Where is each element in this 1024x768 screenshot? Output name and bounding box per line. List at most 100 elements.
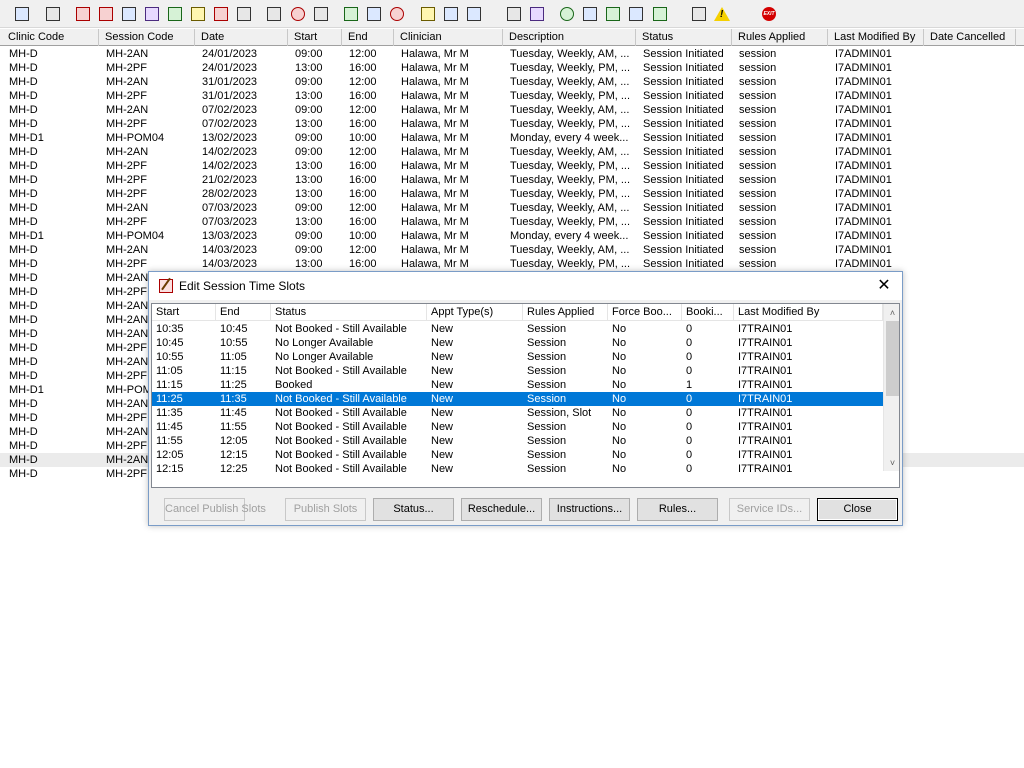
table-row[interactable]: MH-D MH-2PF 24/01/2023 13:00 16:00 Halawa, Mr… [0,61,1024,75]
calendar-toolbar-button[interactable] [118,3,138,23]
time-slot-row[interactable]: 11:15 11:25 Booked New Session No 1 I7TRAIN01 [152,378,883,392]
swap-toolbar-button[interactable] [688,3,708,23]
table-row[interactable]: MH-D MH-2AN 24/01/2023 09:00 12:00 Halawa, Mr… [0,47,1024,61]
cell-description: Tuesday, Weekly, PM, ... [510,90,631,102]
slot-column-header-force-boo-[interactable]: Force Boo... [608,304,682,321]
table-row[interactable]: MH-D MH-2PF 14/03/2023 13:00 16:00 Halawa, Mr… [0,257,1024,271]
column-header-clinician[interactable]: Clinician [394,29,503,46]
column-header-start[interactable]: Start [288,29,342,46]
cell-end: 16:00 [349,216,377,228]
rules-button[interactable]: Rules... [637,498,718,521]
people-toolbar-button[interactable] [463,3,483,23]
exit-toolbar-button[interactable] [758,3,778,23]
time-slot-row[interactable]: 10:35 10:45 Not Booked - Still Available Ne… [152,322,883,336]
column-header-clinic-code[interactable]: Clinic Code [2,29,99,46]
cell-session-code: MH-2PF [106,160,147,172]
table-row[interactable]: MH-D1 MH-POM04 13/03/2023 09:00 10:00 Halawa,… [0,229,1024,243]
table-row[interactable]: MH-D MH-2AN 31/01/2023 09:00 12:00 Halawa, Mr… [0,75,1024,89]
slot-column-header-booki-[interactable]: Booki... [682,304,734,321]
slot-cell-status: Booked [275,379,313,391]
column-header-rules-applied[interactable]: Rules Applied [732,29,828,46]
table-row[interactable]: MH-D1 MH-POM04 13/02/2023 09:00 10:00 Halawa,… [0,131,1024,145]
table-row[interactable]: MH-D MH-2PF 28/02/2023 13:00 16:00 Halawa, Mr… [0,187,1024,201]
print-toolbar-button[interactable] [42,3,62,23]
service-ids-button[interactable]: Service IDs... [729,498,810,521]
table-row[interactable]: MH-D MH-2PF 14/02/2023 13:00 16:00 Halawa, Mr… [0,159,1024,173]
transfer-icon [444,7,458,21]
table-row[interactable]: MH-D MH-2PF 21/02/2023 13:00 16:00 Halawa, Mr… [0,173,1024,187]
memo-toolbar-button[interactable] [141,3,161,23]
time-slot-row[interactable]: 11:05 11:15 Not Booked - Still Available Ne… [152,364,883,378]
slot-column-header-appt-type-s-[interactable]: Appt Type(s) [427,304,523,321]
target-toolbar-button[interactable] [386,3,406,23]
table-row[interactable]: MH-D MH-2AN 07/03/2023 09:00 12:00 Halawa, Mr… [0,201,1024,215]
user-search-toolbar-button[interactable] [11,3,31,23]
publish-slots-button[interactable]: Publish Slots [285,498,366,521]
time-slot-row[interactable]: 11:55 12:05 Not Booked - Still Available Ne… [152,434,883,448]
time-slot-row[interactable]: 10:55 11:05 No Longer Available New Session N… [152,350,883,364]
exit-icon [762,7,776,21]
column-header-end[interactable]: End [342,29,394,46]
table-row[interactable]: MH-D MH-2AN 07/02/2023 09:00 12:00 Halawa, Mr… [0,103,1024,117]
slot-column-header-start[interactable]: Start [152,304,216,321]
vertical-scrollbar[interactable]: ˄ ˅ [883,304,899,471]
down-arrow-toolbar-button[interactable] [625,3,645,23]
instructions-button[interactable]: Instructions... [549,498,630,521]
slot-cell-booki-: 0 [686,393,693,405]
bar-chart-toolbar-button[interactable] [526,3,546,23]
slot-column-header-status[interactable]: Status [271,304,427,321]
table-row[interactable]: MH-D MH-2PF 07/03/2023 13:00 16:00 Halawa, Mr… [0,215,1024,229]
warning-toolbar-button[interactable] [711,3,731,23]
check-list-toolbar-button[interactable] [579,3,599,23]
tick-arrow-toolbar-button[interactable] [649,3,669,23]
status-button[interactable]: Status... [373,498,454,521]
scroll-down-arrow-icon[interactable]: ˅ [884,456,899,470]
notepad-toolbar-button[interactable] [187,3,207,23]
flag-list-toolbar-button[interactable] [233,3,253,23]
column-header-date-cancelled[interactable]: Date Cancelled [924,29,1016,46]
person-toolbar-button[interactable] [164,3,184,23]
time-slot-row[interactable]: 11:45 11:55 Not Booked - Still Available Ne… [152,420,883,434]
time-slot-row[interactable]: 11:25 11:35 Not Booked - Still Available Ne… [152,392,883,406]
table-row[interactable]: MH-D MH-2PF 31/01/2023 13:00 16:00 Halawa, Mr… [0,89,1024,103]
slot-cell-booki-: 0 [686,449,693,461]
transfer-toolbar-button[interactable] [440,3,460,23]
time-slot-row[interactable]: 11:35 11:45 Not Booked - Still Available Ne… [152,406,883,420]
window-toolbar-button[interactable] [310,3,330,23]
reschedule-button[interactable]: Reschedule... [461,498,542,521]
table-row[interactable]: MH-D MH-2AN 14/02/2023 09:00 12:00 Halawa, Mr… [0,145,1024,159]
form-toolbar-button[interactable] [363,3,383,23]
cancel-publish-slots-button[interactable]: Cancel Publish Slots [164,498,266,521]
document-toolbar-button[interactable] [503,3,523,23]
slot-column-header-end[interactable]: End [216,304,271,321]
notes-toolbar-button[interactable] [417,3,437,23]
dialog-close-button[interactable]: ✕ [874,276,894,296]
table-row[interactable]: MH-D MH-2AN 14/03/2023 09:00 12:00 Halawa, Mr… [0,243,1024,257]
time-slots-list[interactable]: Start End Status Appt Type(s) Rules Applied F… [151,303,900,488]
scroll-up-arrow-icon[interactable]: ˄ [884,306,899,320]
time-slot-row[interactable]: 12:05 12:15 Not Booked - Still Available Ne… [152,448,883,462]
book-toolbar-button[interactable] [72,3,92,23]
slot-cell-appt-type-s-: New [431,449,454,461]
clock-toolbar-button[interactable] [287,3,307,23]
globe-toolbar-button[interactable] [556,3,576,23]
time-slot-row[interactable]: 10:45 10:55 No Longer Available New Session N… [152,336,883,350]
slot-column-header-rules-applied[interactable]: Rules Applied [523,304,608,321]
tools-toolbar-button[interactable] [263,3,283,23]
vertical-scroll-thumb[interactable] [886,321,899,396]
slot-column-header-last-modified-by[interactable]: Last Modified By [734,304,883,321]
column-header-status[interactable]: Status [636,29,732,46]
check-toolbar-button[interactable] [602,3,622,23]
column-header-last-modified-by[interactable]: Last Modified By [828,29,924,46]
close-button[interactable]: Close [817,498,898,521]
column-header-description[interactable]: Description [503,29,636,46]
report-toolbar-button[interactable] [340,3,360,23]
edit-book-toolbar-button[interactable] [95,3,115,23]
time-slot-row[interactable]: 12:15 12:25 Not Booked - Still Available Ne… [152,462,883,476]
slot-cell-status: Not Booked - Still Available [275,393,407,405]
cell-clinic-code: MH-D1 [9,384,44,396]
table-row[interactable]: MH-D MH-2PF 07/02/2023 13:00 16:00 Halawa, Mr… [0,117,1024,131]
flag-toolbar-button[interactable] [210,3,230,23]
column-header-session-code[interactable]: Session Code [99,29,195,46]
column-header-date[interactable]: Date [195,29,288,46]
